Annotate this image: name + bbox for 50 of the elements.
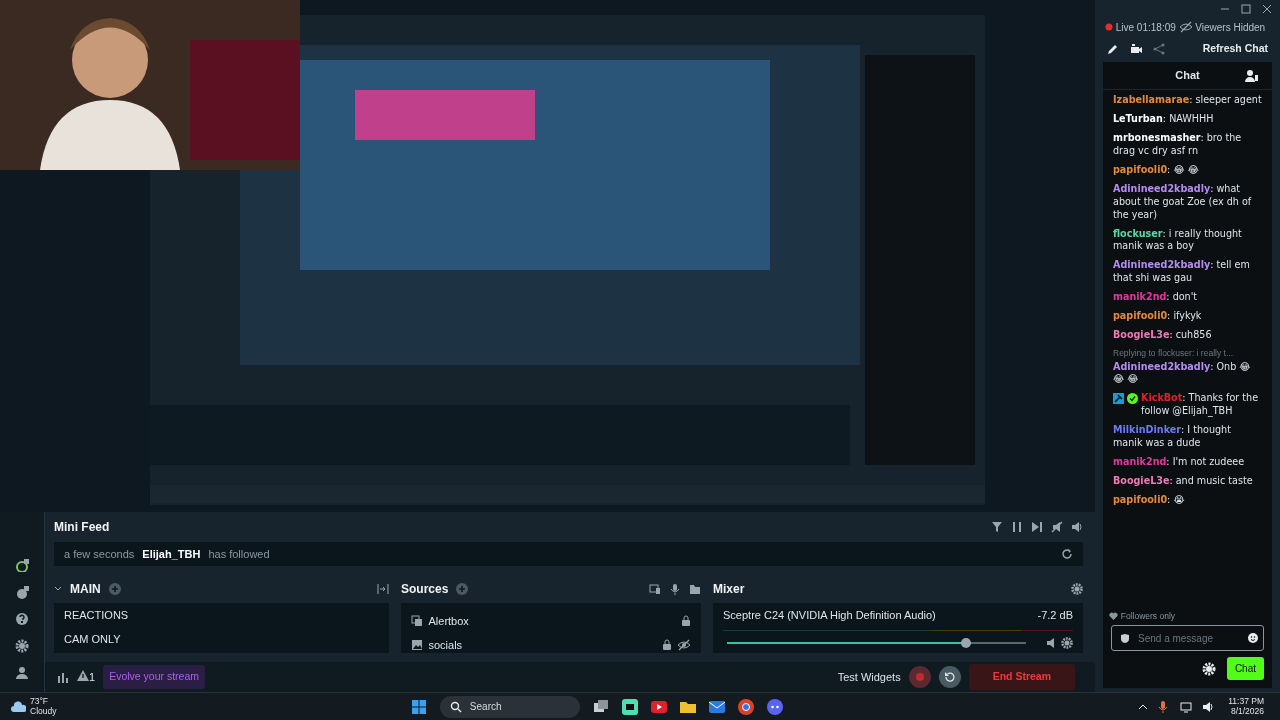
source-item[interactable]: Alertbox (411, 613, 691, 630)
chat-title: Chat (1175, 68, 1200, 84)
message-input[interactable]: Send a message (1136, 629, 1236, 647)
weather-temp: 73°F (30, 697, 50, 707)
weather-condition: Cloudy (30, 706, 57, 716)
refresh-chat-button[interactable]: Refresh Chat (1198, 41, 1272, 57)
clock-time: 11:37 PM (1228, 696, 1264, 707)
panel-title: Mixer (713, 581, 745, 598)
message-field[interactable]: Send a message (1111, 625, 1264, 651)
scene-item[interactable]: REACTIONS (64, 607, 379, 624)
chat-message: papifooli0: 😂 😂 (1113, 163, 1200, 177)
search-input[interactable]: Search (467, 698, 528, 715)
chat-message: Izabellamarae: sleeper agent (1113, 94, 1262, 107)
panel-title: Mini Feed (54, 519, 110, 536)
chat-message: papifooli0: 😭 (1113, 494, 1186, 507)
chat-message: LeTurban: NAWHHH (1113, 112, 1215, 126)
clock-date: 8/1/2026 (1230, 706, 1264, 717)
promo-button[interactable]: Evolve your stream (103, 665, 205, 689)
taskbar-search[interactable]: Search (439, 695, 580, 718)
chat-message: flockuser: i really thought manik was a boy (1113, 227, 1243, 254)
chat-message: Adinineed2kbadly: tell em that shi was gau (1113, 259, 1251, 286)
alert-count: 1 (89, 669, 96, 685)
scene-item[interactable]: CAM ONLY (64, 630, 379, 647)
test-widgets-label: Test Widgets (837, 669, 901, 685)
chat-message: BoogieL3e: and music taste (1113, 475, 1254, 489)
panel-title: Sources (401, 581, 449, 598)
chat-message: mrbonesmasher: bro the drag vc dry asf rn (1113, 131, 1243, 158)
chat-message: Adinineed2kbadly: what about the goat Zoe (ex dh of the year) (1113, 182, 1253, 222)
alert-button[interactable]: 1 (77, 668, 96, 686)
event-text: has followed (208, 546, 270, 562)
stream-time: 01:18:09 (1136, 20, 1176, 35)
chat-message: KickBot: Thanks for the follow @Elijah_TBH (1141, 392, 1260, 419)
channel-reading: -7.2 dB (1037, 608, 1073, 623)
viewers-status: Viewers Hidden (1195, 20, 1266, 35)
live-label: Live (1115, 20, 1135, 35)
chat-message: Adinineed2kbadly: Onb 😂 😂 😂 (1113, 360, 1252, 387)
channel-name: Sceptre C24 (NVIDIA High Definition Audio) (723, 608, 936, 623)
chat-message: papifooli0: ifykyk (1113, 310, 1203, 324)
event-time: a few seconds (64, 546, 135, 562)
reply-preview: Replying to flockuser: i really t... (1113, 348, 1234, 360)
scene-collection-title[interactable]: MAIN (70, 580, 101, 598)
followers-only-label: Followers only (1120, 610, 1176, 623)
event-user: Elijah_TBH (142, 546, 201, 562)
send-chat-button[interactable]: Chat (1226, 657, 1264, 680)
chat-message: manik2nd: don't (1113, 291, 1199, 305)
end-stream-button[interactable]: End Stream (968, 664, 1075, 690)
chat-message: MilkinDinker: I thought manik was a dude (1113, 424, 1232, 451)
chat-message: BoogieL3e: cuh856 (1113, 329, 1213, 343)
source-item[interactable]: socials (411, 636, 691, 653)
chat-message: manik2nd: I'm not zudeee (1113, 456, 1246, 470)
